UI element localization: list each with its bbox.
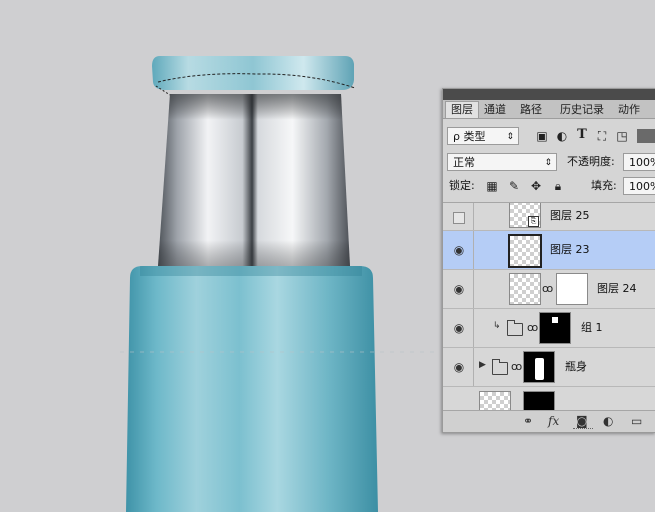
- blend-row: 正常 ⇕ 不透明度: 100%: [443, 150, 655, 174]
- link-icon: ꝏ: [511, 360, 523, 373]
- tab-layers[interactable]: 图层: [445, 101, 479, 118]
- group-mask-thumbnail[interactable]: [523, 351, 555, 383]
- folder-icon: [492, 359, 508, 375]
- fill-label: 填充:: [591, 179, 617, 192]
- layer-row[interactable]: ◉ ↳ ꝏ 组 1: [443, 309, 655, 348]
- group-mask-thumbnail: [523, 391, 555, 411]
- shape-filter-icon[interactable]: ⛶: [595, 129, 609, 143]
- layer-name: 图层 24: [597, 282, 637, 295]
- panel-title-bar[interactable]: [443, 89, 655, 100]
- chevron-updown-icon: ⇕: [506, 132, 514, 142]
- layer-row[interactable]: ◉ 图层 23: [443, 231, 655, 270]
- mask-icon[interactable]: ◙: [576, 414, 588, 428]
- link-layers-icon[interactable]: ⚭: [523, 414, 533, 428]
- tab-actions[interactable]: 动作: [613, 102, 645, 118]
- eye-icon[interactable]: ◉: [452, 243, 466, 257]
- eye-icon[interactable]: ◉: [452, 321, 466, 335]
- blend-mode-value: 正常: [453, 156, 475, 169]
- lock-row: 锁定: ▦ ✎ ✥ 🔒︎ 填充: 100%: [443, 174, 655, 198]
- layer-thumbnail: [508, 234, 542, 268]
- layer-row[interactable]: ◉ ▶ ꝏ 瓶身: [443, 348, 655, 387]
- filter-type-label: ρ 类型: [453, 130, 486, 143]
- clip-arrow-icon: ↳: [493, 321, 501, 331]
- lock-transparent-icon[interactable]: ▦: [485, 179, 499, 193]
- lock-position-icon[interactable]: ✥: [529, 179, 543, 193]
- adjustment-icon[interactable]: ◐: [603, 414, 613, 428]
- bottle-body: [126, 266, 378, 512]
- adjust-filter-icon[interactable]: ◐: [555, 129, 569, 143]
- layer-list: ⎘ 图层 25 ◉ 图层 23 ◉ ꝏ 图层 24 ◉ ↳ ꝏ 组 1 ◉ ▶ …: [443, 202, 655, 411]
- layer-mask-thumbnail[interactable]: [556, 273, 588, 305]
- layer-thumbnail: [509, 273, 541, 305]
- group-mask-thumbnail[interactable]: [539, 312, 571, 344]
- layer-row[interactable]: ⎘ 图层 25: [443, 203, 655, 231]
- fx-icon[interactable]: fx: [548, 414, 559, 428]
- layers-panel: 图层 通道 路径 历史记录 动作 ρ 类型 ⇕ ▣ ◐ T ⛶ ◳ 正常 ⇕ 不…: [442, 88, 655, 433]
- opacity-input[interactable]: 100%: [623, 153, 655, 171]
- resize-grip[interactable]: [573, 428, 593, 431]
- smart-filter-icon[interactable]: ◳: [615, 129, 629, 143]
- panel-tabs: 图层 通道 路径 历史记录 动作: [443, 100, 655, 119]
- layer-name: 图层 23: [550, 243, 590, 256]
- fill-input[interactable]: 100%: [623, 177, 655, 195]
- tab-paths[interactable]: 路径: [515, 102, 547, 118]
- opacity-label: 不透明度:: [567, 155, 615, 168]
- link-icon: ꝏ: [527, 321, 539, 334]
- filter-row: ρ 类型 ⇕ ▣ ◐ T ⛶ ◳: [443, 124, 655, 148]
- link-icon: ꝏ: [542, 282, 554, 295]
- tab-channels[interactable]: 通道: [479, 102, 511, 118]
- lock-all-icon[interactable]: 🔒︎: [551, 179, 565, 193]
- layer-row[interactable]: ◉ ꝏ 图层 24: [443, 270, 655, 309]
- blend-mode-select[interactable]: 正常 ⇕: [447, 153, 557, 171]
- tab-history[interactable]: 历史记录: [555, 102, 609, 118]
- lock-paint-icon[interactable]: ✎: [507, 179, 521, 193]
- layer-name: 图层 25: [550, 209, 590, 222]
- lock-label: 锁定:: [449, 179, 475, 192]
- layer-row[interactable]: [443, 387, 655, 411]
- folder-icon: [507, 320, 523, 336]
- layer-name: 组 1: [581, 321, 603, 334]
- layer-thumbnail: [479, 391, 511, 411]
- eye-icon[interactable]: ◉: [452, 360, 466, 374]
- filter-toggle[interactable]: [637, 129, 655, 143]
- bottle-cap: [152, 56, 354, 90]
- image-filter-icon[interactable]: ▣: [535, 129, 549, 143]
- chevron-updown-icon: ⇕: [544, 158, 552, 168]
- expand-arrow-icon[interactable]: ▶: [479, 360, 486, 370]
- new-group-icon[interactable]: ▭: [631, 414, 642, 428]
- eye-icon[interactable]: ◉: [452, 282, 466, 296]
- layer-name: 瓶身: [565, 360, 587, 373]
- smart-object-icon: ⎘: [528, 216, 539, 227]
- visibility-toggle[interactable]: [453, 212, 465, 224]
- layers-bottom-toolbar: ⚭ fx ◙ ◐ ▭: [443, 410, 655, 432]
- filter-type-select[interactable]: ρ 类型 ⇕: [447, 127, 519, 145]
- text-filter-icon[interactable]: T: [575, 128, 589, 142]
